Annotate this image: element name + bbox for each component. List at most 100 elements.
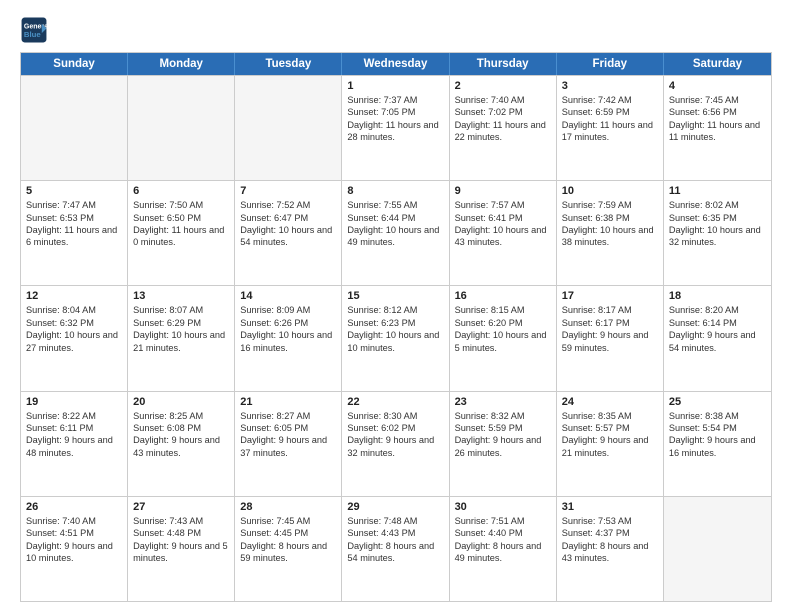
calendar-cell: 9 Sunrise: 7:57 AM Sunset: 6:41 PM Daylig… <box>450 181 557 285</box>
day-info: Sunrise: 7:59 AM Sunset: 6:38 PM Dayligh… <box>562 199 658 249</box>
calendar-cell: 28 Sunrise: 7:45 AM Sunset: 4:45 PM Dayli… <box>235 497 342 601</box>
day-info: Sunrise: 7:42 AM Sunset: 6:59 PM Dayligh… <box>562 94 658 144</box>
day-number: 19 <box>26 396 122 408</box>
header-day-friday: Friday <box>557 53 664 75</box>
day-number: 23 <box>455 396 551 408</box>
day-number: 20 <box>133 396 229 408</box>
day-number: 24 <box>562 396 658 408</box>
calendar-cell: 21 Sunrise: 8:27 AM Sunset: 6:05 PM Dayli… <box>235 392 342 496</box>
calendar-cell: 29 Sunrise: 7:48 AM Sunset: 4:43 PM Dayli… <box>342 497 449 601</box>
calendar-cell: 4 Sunrise: 7:45 AM Sunset: 6:56 PM Daylig… <box>664 76 771 180</box>
day-number: 7 <box>240 185 336 197</box>
day-number: 16 <box>455 290 551 302</box>
day-number: 26 <box>26 501 122 513</box>
day-number: 13 <box>133 290 229 302</box>
day-info: Sunrise: 8:12 AM Sunset: 6:23 PM Dayligh… <box>347 304 443 354</box>
week-row-3: 12 Sunrise: 8:04 AM Sunset: 6:32 PM Dayli… <box>21 285 771 390</box>
day-number: 28 <box>240 501 336 513</box>
calendar-cell: 2Sunrise: 7:40 AM Sunset: 7:02 PM Daylig… <box>450 76 557 180</box>
day-info: Sunrise: 8:15 AM Sunset: 6:20 PM Dayligh… <box>455 304 551 354</box>
calendar-cell: 18Sunrise: 8:20 AM Sunset: 6:14 PM Dayli… <box>664 286 771 390</box>
day-info: Sunrise: 8:22 AM Sunset: 6:11 PM Dayligh… <box>26 410 122 460</box>
day-number: 3 <box>562 80 658 92</box>
day-info: Sunrise: 7:47 AM Sunset: 6:53 PM Dayligh… <box>26 199 122 249</box>
calendar-cell: 13 Sunrise: 8:07 AM Sunset: 6:29 PM Dayli… <box>128 286 235 390</box>
day-info: Sunrise: 8:25 AM Sunset: 6:08 PM Dayligh… <box>133 410 229 460</box>
calendar-body: 1 Sunrise: 7:37 AM Sunset: 7:05 PM Daylig… <box>21 75 771 601</box>
header-day-thursday: Thursday <box>450 53 557 75</box>
day-info: Sunrise: 7:53 AM Sunset: 4:37 PM Dayligh… <box>562 515 658 565</box>
day-info: Sunrise: 8:07 AM Sunset: 6:29 PM Dayligh… <box>133 304 229 354</box>
calendar-cell <box>21 76 128 180</box>
day-number: 21 <box>240 396 336 408</box>
day-number: 6 <box>133 185 229 197</box>
calendar-cell: 3 Sunrise: 7:42 AM Sunset: 6:59 PM Daylig… <box>557 76 664 180</box>
day-number: 31 <box>562 501 658 513</box>
calendar-cell: 8Sunrise: 7:55 AM Sunset: 6:44 PM Daylig… <box>342 181 449 285</box>
day-number: 27 <box>133 501 229 513</box>
calendar-cell: 24 Sunrise: 8:35 AM Sunset: 5:57 PM Dayli… <box>557 392 664 496</box>
day-number: 14 <box>240 290 336 302</box>
day-number: 1 <box>347 80 443 92</box>
calendar-cell: 10 Sunrise: 7:59 AM Sunset: 6:38 PM Dayli… <box>557 181 664 285</box>
day-info: Sunrise: 8:04 AM Sunset: 6:32 PM Dayligh… <box>26 304 122 354</box>
day-info: Sunrise: 7:48 AM Sunset: 4:43 PM Dayligh… <box>347 515 443 565</box>
day-info: Sunrise: 8:38 AM Sunset: 5:54 PM Dayligh… <box>669 410 766 460</box>
calendar-cell: 11 Sunrise: 8:02 AM Sunset: 6:35 PM Dayli… <box>664 181 771 285</box>
day-info: Sunrise: 8:30 AM Sunset: 6:02 PM Dayligh… <box>347 410 443 460</box>
calendar-cell <box>664 497 771 601</box>
calendar-header: SundayMondayTuesdayWednesdayThursdayFrid… <box>21 53 771 75</box>
day-info: Sunrise: 7:37 AM Sunset: 7:05 PM Dayligh… <box>347 94 443 144</box>
day-info: Sunrise: 8:20 AM Sunset: 6:14 PM Dayligh… <box>669 304 766 354</box>
calendar-cell: 14 Sunrise: 8:09 AM Sunset: 6:26 PM Dayli… <box>235 286 342 390</box>
day-info: Sunrise: 7:45 AM Sunset: 4:45 PM Dayligh… <box>240 515 336 565</box>
calendar: SundayMondayTuesdayWednesdayThursdayFrid… <box>20 52 772 602</box>
day-info: Sunrise: 8:02 AM Sunset: 6:35 PM Dayligh… <box>669 199 766 249</box>
day-info: Sunrise: 8:32 AM Sunset: 5:59 PM Dayligh… <box>455 410 551 460</box>
day-info: Sunrise: 7:51 AM Sunset: 4:40 PM Dayligh… <box>455 515 551 565</box>
day-info: Sunrise: 7:40 AM Sunset: 4:51 PM Dayligh… <box>26 515 122 565</box>
calendar-cell: 31 Sunrise: 7:53 AM Sunset: 4:37 PM Dayli… <box>557 497 664 601</box>
logo: General Blue <box>20 16 48 44</box>
week-row-4: 19 Sunrise: 8:22 AM Sunset: 6:11 PM Dayli… <box>21 391 771 496</box>
day-number: 29 <box>347 501 443 513</box>
calendar-cell: 15Sunrise: 8:12 AM Sunset: 6:23 PM Dayli… <box>342 286 449 390</box>
day-number: 4 <box>669 80 766 92</box>
week-row-5: 26 Sunrise: 7:40 AM Sunset: 4:51 PM Dayli… <box>21 496 771 601</box>
day-info: Sunrise: 7:52 AM Sunset: 6:47 PM Dayligh… <box>240 199 336 249</box>
day-info: Sunrise: 7:45 AM Sunset: 6:56 PM Dayligh… <box>669 94 766 144</box>
calendar-cell <box>235 76 342 180</box>
day-number: 9 <box>455 185 551 197</box>
header-day-monday: Monday <box>128 53 235 75</box>
day-info: Sunrise: 7:50 AM Sunset: 6:50 PM Dayligh… <box>133 199 229 249</box>
calendar-cell: 6 Sunrise: 7:50 AM Sunset: 6:50 PM Daylig… <box>128 181 235 285</box>
header-day-wednesday: Wednesday <box>342 53 449 75</box>
calendar-cell: 1 Sunrise: 7:37 AM Sunset: 7:05 PM Daylig… <box>342 76 449 180</box>
day-info: Sunrise: 7:57 AM Sunset: 6:41 PM Dayligh… <box>455 199 551 249</box>
calendar-cell: 5 Sunrise: 7:47 AM Sunset: 6:53 PM Daylig… <box>21 181 128 285</box>
day-number: 22 <box>347 396 443 408</box>
day-number: 2 <box>455 80 551 92</box>
day-info: Sunrise: 8:27 AM Sunset: 6:05 PM Dayligh… <box>240 410 336 460</box>
day-number: 10 <box>562 185 658 197</box>
day-info: Sunrise: 8:17 AM Sunset: 6:17 PM Dayligh… <box>562 304 658 354</box>
calendar-cell: 16 Sunrise: 8:15 AM Sunset: 6:20 PM Dayli… <box>450 286 557 390</box>
calendar-cell: 19 Sunrise: 8:22 AM Sunset: 6:11 PM Dayli… <box>21 392 128 496</box>
day-number: 5 <box>26 185 122 197</box>
day-number: 25 <box>669 396 766 408</box>
day-number: 12 <box>26 290 122 302</box>
day-number: 8 <box>347 185 443 197</box>
calendar-cell: 17Sunrise: 8:17 AM Sunset: 6:17 PM Dayli… <box>557 286 664 390</box>
week-row-2: 5 Sunrise: 7:47 AM Sunset: 6:53 PM Daylig… <box>21 180 771 285</box>
calendar-cell: 7 Sunrise: 7:52 AM Sunset: 6:47 PM Daylig… <box>235 181 342 285</box>
day-info: Sunrise: 7:43 AM Sunset: 4:48 PM Dayligh… <box>133 515 229 565</box>
day-number: 11 <box>669 185 766 197</box>
day-info: Sunrise: 8:09 AM Sunset: 6:26 PM Dayligh… <box>240 304 336 354</box>
calendar-cell: 23 Sunrise: 8:32 AM Sunset: 5:59 PM Dayli… <box>450 392 557 496</box>
calendar-cell: 26 Sunrise: 7:40 AM Sunset: 4:51 PM Dayli… <box>21 497 128 601</box>
logo-icon: General Blue <box>20 16 48 44</box>
calendar-cell: 25 Sunrise: 8:38 AM Sunset: 5:54 PM Dayli… <box>664 392 771 496</box>
calendar-cell: 12 Sunrise: 8:04 AM Sunset: 6:32 PM Dayli… <box>21 286 128 390</box>
header-day-tuesday: Tuesday <box>235 53 342 75</box>
day-info: Sunrise: 8:35 AM Sunset: 5:57 PM Dayligh… <box>562 410 658 460</box>
